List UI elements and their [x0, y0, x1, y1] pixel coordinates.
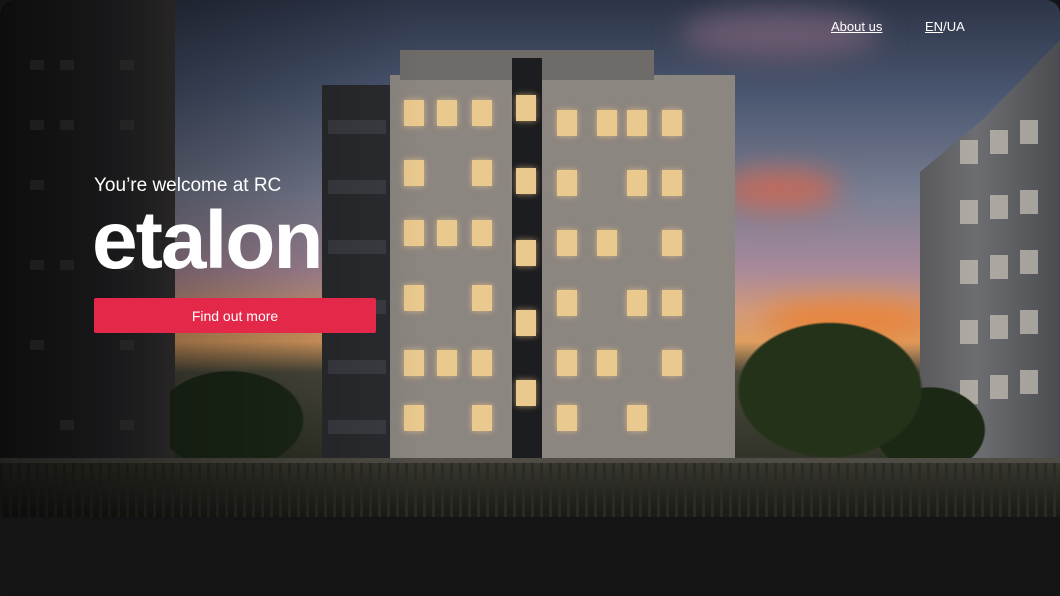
lang-en-link[interactable]: EN: [925, 19, 943, 34]
lang-ua-link[interactable]: UA: [947, 19, 965, 34]
language-switcher: EN/UA: [925, 19, 965, 34]
welcome-text: You’re welcome at RC: [94, 175, 282, 196]
brand-logo: etalon: [92, 195, 323, 286]
page-frame: About us EN/UA You’re welcome at RC etal…: [0, 0, 1060, 596]
find-out-more-button[interactable]: Find out more: [94, 298, 376, 333]
cloud: [720, 170, 840, 210]
bottom-bar: [0, 517, 1060, 596]
about-us-link[interactable]: About us: [831, 19, 882, 34]
